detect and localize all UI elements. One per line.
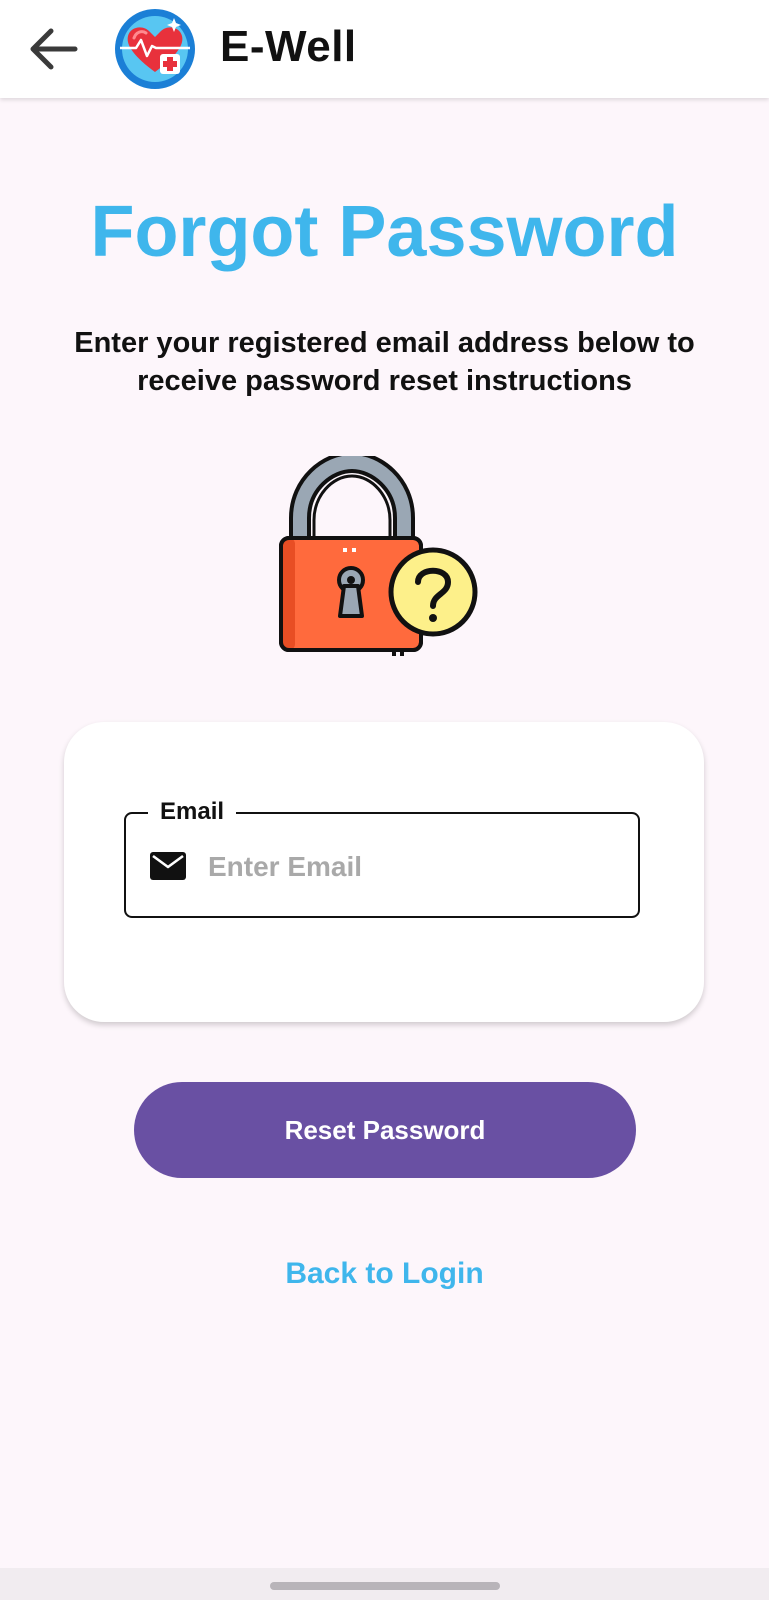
reset-password-button[interactable]: Reset Password (134, 1082, 636, 1178)
heart-health-logo (115, 9, 195, 89)
page-title: Forgot Password (90, 192, 679, 272)
home-indicator[interactable] (270, 1582, 500, 1590)
padlock-question-icon (279, 456, 478, 656)
email-input[interactable] (206, 838, 620, 896)
back-button[interactable] (22, 18, 84, 80)
app-title: E-Well (220, 22, 357, 71)
page-subtitle: Enter your registered email address belo… (74, 327, 695, 397)
email-card: Email (64, 722, 704, 1022)
email-field: Email (124, 798, 640, 918)
email-label: Email (148, 798, 237, 826)
arrow-left-icon (30, 28, 78, 70)
app-bar: E-Well (0, 0, 769, 98)
back-to-login-link[interactable]: Back to Login (0, 1254, 769, 1294)
mail-icon (150, 852, 186, 880)
